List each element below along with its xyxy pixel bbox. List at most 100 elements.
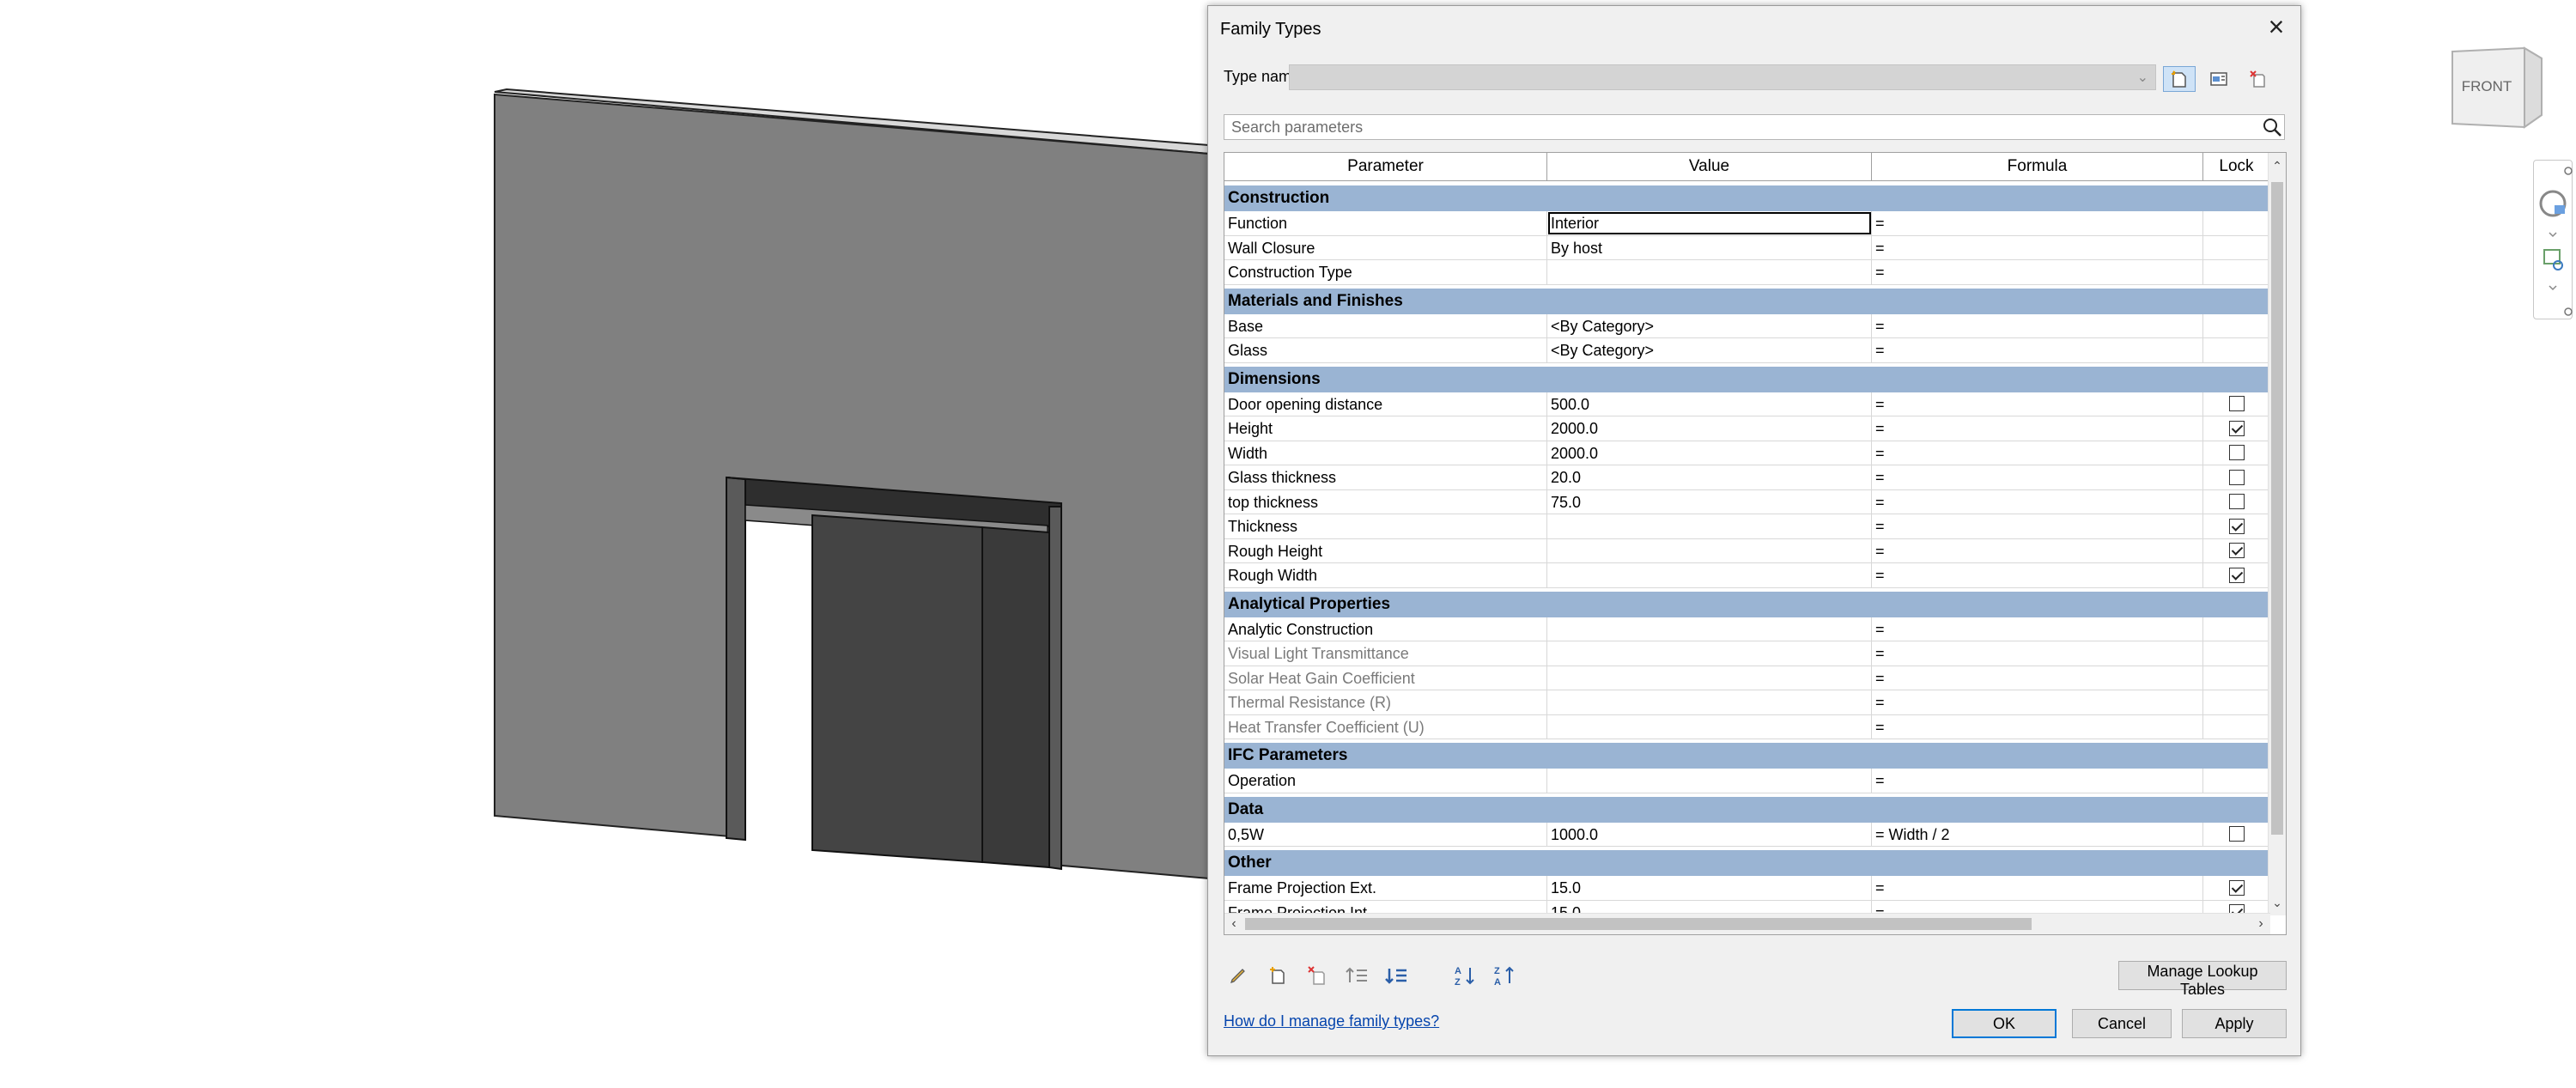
lock-cell[interactable] <box>2203 416 2270 441</box>
manage-lookup-tables-button[interactable]: Manage Lookup Tables <box>2118 961 2287 998</box>
rename-type-button[interactable] <box>2202 66 2235 92</box>
formula-cell[interactable]: = <box>1872 876 2203 900</box>
section-header[interactable]: Other <box>1224 850 2270 876</box>
lock-cell[interactable] <box>2203 563 2270 587</box>
value-cell[interactable] <box>1547 563 1872 587</box>
parameter-cell[interactable]: Operation <box>1224 769 1547 793</box>
parameter-cell[interactable]: Glass <box>1224 338 1547 362</box>
parameter-cell[interactable]: Function <box>1224 211 1547 235</box>
parameter-cell[interactable]: Thickness <box>1224 514 1547 538</box>
formula-cell[interactable]: = <box>1872 338 2203 362</box>
parameter-cell[interactable]: Wall Closure <box>1224 235 1547 259</box>
value-cell[interactable]: 500.0 <box>1547 392 1872 416</box>
type-name-dropdown[interactable]: ⌄ <box>1289 64 2156 90</box>
navigation-bar[interactable] <box>2533 160 2573 319</box>
delete-parameter-button[interactable] <box>1303 961 1332 990</box>
value-cell[interactable]: Interior <box>1547 211 1872 235</box>
value-cell[interactable] <box>1547 514 1872 538</box>
value-cell[interactable] <box>1547 617 1872 641</box>
formula-cell[interactable]: = <box>1872 714 2203 739</box>
lock-cell[interactable] <box>2203 514 2270 538</box>
value-cell[interactable]: 75.0 <box>1547 489 1872 514</box>
parameter-cell[interactable]: Glass thickness <box>1224 465 1547 489</box>
formula-cell[interactable]: = <box>1872 465 2203 489</box>
lock-checkbox[interactable] <box>2228 469 2245 485</box>
parameter-cell[interactable]: Solar Heat Gain Coefficient <box>1224 666 1547 690</box>
lock-checkbox[interactable] <box>2228 420 2245 436</box>
close-icon[interactable]: × <box>2261 11 2292 42</box>
formula-cell[interactable]: = <box>1872 392 2203 416</box>
lock-cell[interactable] <box>2203 538 2270 562</box>
vertical-scroll-thumb[interactable] <box>2271 182 2283 835</box>
lock-cell[interactable] <box>2203 876 2270 900</box>
column-header-lock[interactable]: Lock <box>2203 153 2270 180</box>
value-cell[interactable]: <By Category> <box>1547 313 1872 337</box>
section-header[interactable]: Construction <box>1224 185 2270 211</box>
formula-cell[interactable]: = <box>1872 416 2203 441</box>
search-icon[interactable] <box>2262 117 2282 137</box>
section-header[interactable]: Materials and Finishes <box>1224 288 2270 314</box>
value-cell[interactable] <box>1547 769 1872 793</box>
value-cell[interactable]: 20.0 <box>1547 465 1872 489</box>
view-cube[interactable]: FRONT <box>2445 41 2549 140</box>
parameter-cell[interactable]: Construction Type <box>1224 260 1547 284</box>
value-cell[interactable]: <By Category> <box>1547 338 1872 362</box>
formula-cell[interactable]: = Width / 2 <box>1872 822 2203 846</box>
formula-cell[interactable]: = <box>1872 441 2203 465</box>
column-header-formula[interactable]: Formula <box>1872 153 2203 180</box>
lock-checkbox[interactable] <box>2228 567 2245 583</box>
value-cell[interactable]: 2000.0 <box>1547 416 1872 441</box>
lock-checkbox[interactable] <box>2228 396 2245 412</box>
lock-checkbox[interactable] <box>2228 445 2245 461</box>
apply-button[interactable]: Apply <box>2182 1009 2287 1038</box>
value-cell[interactable]: 1000.0 <box>1547 822 1872 846</box>
value-cell[interactable] <box>1547 666 1872 690</box>
parameter-cell[interactable]: Height <box>1224 416 1547 441</box>
section-header[interactable]: Analytical Properties <box>1224 591 2270 617</box>
column-header-parameter[interactable]: Parameter <box>1224 153 1547 180</box>
parameter-cell[interactable]: Rough Width <box>1224 563 1547 587</box>
value-cell[interactable] <box>1547 641 1872 666</box>
parameter-cell[interactable]: Frame Projection Ext. <box>1224 876 1547 900</box>
formula-cell[interactable]: = <box>1872 690 2203 714</box>
ok-button[interactable]: OK <box>1952 1009 2057 1038</box>
value-cell[interactable]: By host <box>1547 235 1872 259</box>
parameter-cell[interactable]: Visual Light Transmittance <box>1224 641 1547 666</box>
delete-type-button[interactable] <box>2242 66 2275 92</box>
lock-checkbox[interactable] <box>2228 518 2245 534</box>
formula-cell[interactable]: = <box>1872 489 2203 514</box>
lock-cell[interactable] <box>2203 465 2270 489</box>
lock-checkbox[interactable] <box>2228 543 2245 559</box>
move-down-button[interactable] <box>1382 961 1411 990</box>
scroll-right-icon[interactable]: › <box>2251 914 2270 934</box>
formula-cell[interactable]: = <box>1872 538 2203 562</box>
parameter-cell[interactable]: Rough Height <box>1224 538 1547 562</box>
formula-cell[interactable]: = <box>1872 313 2203 337</box>
lock-cell[interactable] <box>2203 489 2270 514</box>
lock-checkbox[interactable] <box>2228 879 2245 896</box>
edit-parameter-button[interactable] <box>1224 961 1253 990</box>
lock-cell[interactable] <box>2203 441 2270 465</box>
vertical-scrollbar[interactable]: ⌃ ⌄ <box>2268 153 2286 915</box>
horizontal-scrollbar[interactable]: ‹ › <box>1224 913 2270 934</box>
parameter-cell[interactable]: 0,5W <box>1224 822 1547 846</box>
parameter-cell[interactable]: Analytic Construction <box>1224 617 1547 641</box>
help-link[interactable]: How do I manage family types? <box>1224 1012 1439 1030</box>
parameter-cell[interactable]: Base <box>1224 313 1547 337</box>
formula-cell[interactable]: = <box>1872 563 2203 587</box>
formula-cell[interactable]: = <box>1872 211 2203 235</box>
formula-cell[interactable]: = <box>1872 235 2203 259</box>
formula-cell[interactable]: = <box>1872 769 2203 793</box>
sort-descending-button[interactable]: Z A <box>1490 961 1519 990</box>
value-cell[interactable]: 2000.0 <box>1547 441 1872 465</box>
sort-ascending-button[interactable]: A Z <box>1450 961 1479 990</box>
parameter-cell[interactable]: Door opening distance <box>1224 392 1547 416</box>
formula-cell[interactable]: = <box>1872 617 2203 641</box>
parameter-cell[interactable]: Heat Transfer Coefficient (U) <box>1224 714 1547 739</box>
value-cell[interactable] <box>1547 714 1872 739</box>
search-input[interactable] <box>1230 115 2246 139</box>
column-header-value[interactable]: Value <box>1547 153 1872 180</box>
value-cell[interactable]: 15.0 <box>1547 876 1872 900</box>
value-cell[interactable] <box>1547 260 1872 284</box>
lock-cell[interactable] <box>2203 822 2270 846</box>
